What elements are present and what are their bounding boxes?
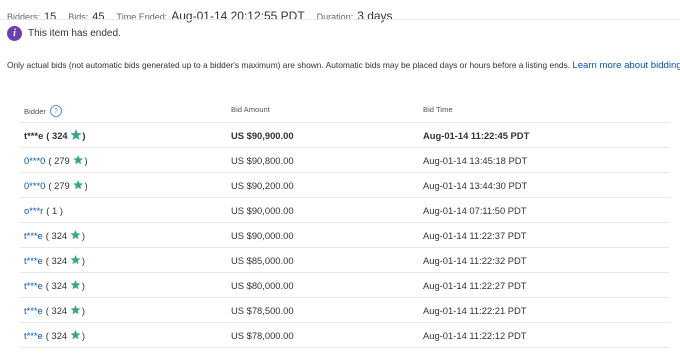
bidders-label: Bidders: — [7, 12, 41, 22]
ended-message: This item has ended. — [28, 28, 121, 39]
table-row: t***e( 324 ★) US $78,500.00 Aug-01-14 11:22… — [20, 298, 670, 323]
bid-amount: US $90,800.00 — [231, 155, 294, 166]
bidder-name-link[interactable]: t***e — [24, 130, 43, 141]
bid-time: Aug-01-14 11:22:27 PDT — [423, 280, 527, 291]
bidder-header-label: Bidder — [24, 106, 46, 116]
feedback-close: ) — [81, 255, 86, 266]
bidders-count: 15 — [44, 11, 57, 23]
bidder-name-link[interactable]: t***e — [24, 280, 43, 291]
table-header: Bidder ? Bid Amount Bid Time — [20, 100, 670, 123]
divider — [0, 19, 680, 20]
bid-amount-header: Bid Amount — [231, 105, 270, 114]
learn-more-link[interactable]: Learn more about bidding. — [572, 60, 680, 71]
bid-time: Aug-01-14 13:44:30 PDT — [423, 180, 528, 191]
feedback-score: ( 324 — [45, 330, 68, 341]
bid-time: Aug-01-14 11:22:12 PDT — [423, 330, 527, 341]
bidder-name-link[interactable]: o***r — [24, 205, 43, 216]
table-body: t***e( 324 ★) US $90,900.00 Aug-01-14 11:22… — [20, 123, 670, 348]
bidder-cell: t***e( 324 ★) — [24, 303, 86, 317]
feedback-score: ( 324 — [46, 130, 68, 141]
star-icon: ★ — [70, 303, 81, 317]
bid-time: Aug-01-14 11:22:21 PDT — [423, 305, 527, 316]
bidder-header: Bidder ? — [24, 105, 62, 117]
bidder-cell: t***e( 324 ★) — [24, 278, 86, 292]
feedback-score: ( 324 — [45, 280, 68, 291]
star-icon: ★ — [70, 278, 81, 292]
table-row: o***r( 1 ) US $90,000.00 Aug-01-14 07:11:5… — [20, 198, 670, 223]
help-icon[interactable]: ? — [49, 105, 62, 117]
feedback-score: ( 324 — [45, 230, 68, 241]
table-row: t***e( 324 ★) US $90,000.00 Aug-01-14 11:22… — [20, 223, 670, 248]
time-ended-label: Time Ended: — [116, 12, 168, 22]
bidder-cell: 0***0( 279 ★) — [24, 178, 88, 192]
feedback-close: ) — [81, 305, 86, 316]
star-icon: ★ — [70, 253, 81, 267]
time-ended-value: Aug-01-14 20:12:55 PDT — [171, 9, 305, 23]
bids-note: Only actual bids (not automatic bids gen… — [7, 60, 680, 71]
table-row: t***e( 324 ★) US $85,000.00 Aug-01-14 11:22… — [20, 248, 670, 273]
bid-time: Aug-01-14 07:11:50 PDT — [423, 205, 527, 216]
star-icon: ★ — [70, 228, 81, 242]
bids-note-text: Only actual bids (not automatic bids gen… — [7, 60, 571, 70]
bidder-name-link[interactable]: 0***0 — [24, 180, 45, 191]
table-row: t***e( 324 ★) US $78,000.00 Aug-01-14 11:22… — [20, 323, 670, 348]
bid-amount: US $90,000.00 — [231, 230, 294, 241]
feedback-close: ) — [81, 280, 86, 291]
auction-summary: Bidders: 15 Bids: 45 Time Ended: Aug-01-… — [7, 9, 405, 23]
bids-label: Bids: — [68, 12, 89, 22]
feedback-close: ) — [81, 230, 86, 241]
bid-amount: US $85,000.00 — [231, 255, 294, 266]
bid-amount: US $78,000.00 — [231, 330, 294, 341]
bids-count: 45 — [92, 11, 105, 23]
table-row: t***e( 324 ★) US $90,900.00 Aug-01-14 11:22… — [20, 123, 670, 148]
bidder-name-link[interactable]: 0***0 — [24, 155, 45, 166]
star-icon: ★ — [70, 128, 82, 142]
feedback-close: ) — [84, 180, 88, 191]
bid-time: Aug-01-14 11:22:37 PDT — [423, 230, 527, 241]
bid-amount: US $90,000.00 — [231, 205, 294, 216]
bidder-cell: 0***0( 279 ★) — [24, 153, 88, 167]
feedback-score: ( 1 ) — [46, 205, 63, 216]
bid-amount: US $90,900.00 — [231, 130, 294, 141]
feedback-score: ( 324 — [45, 255, 68, 266]
bid-amount: US $80,000.00 — [231, 280, 294, 291]
duration-label: Duration: — [316, 12, 354, 22]
bid-history-table: Bidder ? Bid Amount Bid Time t***e( 324 ★… — [20, 100, 670, 348]
bid-time: Aug-01-14 11:22:45 PDT — [423, 130, 530, 141]
bidder-cell: t***e( 324 ★) — [24, 253, 86, 267]
bidder-cell: o***r( 1 ) — [24, 205, 63, 216]
bid-time: Aug-01-14 13:45:18 PDT — [423, 155, 528, 166]
bidder-cell: t***e( 324 ★) — [24, 228, 86, 242]
feedback-score: ( 279 — [48, 180, 70, 191]
star-icon: ★ — [70, 328, 81, 342]
bidder-name-link[interactable]: t***e — [24, 330, 43, 341]
feedback-close: ) — [82, 130, 86, 141]
bidder-name-link[interactable]: t***e — [24, 305, 43, 316]
feedback-score: ( 279 — [48, 155, 70, 166]
bid-time: Aug-01-14 11:22:32 PDT — [423, 255, 527, 266]
bid-time-header: Bid Time — [423, 105, 453, 114]
star-icon: ★ — [72, 178, 84, 192]
bidder-cell: t***e( 324 ★) — [24, 328, 86, 342]
table-row: 0***0( 279 ★) US $90,200.00 Aug-01-14 13:44… — [20, 173, 670, 198]
bid-amount: US $90,200.00 — [231, 180, 294, 191]
info-icon: i — [7, 26, 22, 41]
table-row: t***e( 324 ★) US $80,000.00 Aug-01-14 11:22… — [20, 273, 670, 298]
bidder-name-link[interactable]: t***e — [24, 255, 43, 266]
table-row: 0***0( 279 ★) US $90,800.00 Aug-01-14 13:45… — [20, 148, 670, 173]
bid-amount: US $78,500.00 — [231, 305, 294, 316]
feedback-score: ( 324 — [45, 305, 68, 316]
feedback-close: ) — [84, 155, 88, 166]
bidder-name-link[interactable]: t***e — [24, 230, 43, 241]
bidder-cell: t***e( 324 ★) — [24, 128, 86, 142]
star-icon: ★ — [72, 153, 84, 167]
duration-value: 3 days — [357, 9, 393, 23]
feedback-close: ) — [81, 330, 86, 341]
item-ended-notice: i This item has ended. — [7, 26, 121, 41]
